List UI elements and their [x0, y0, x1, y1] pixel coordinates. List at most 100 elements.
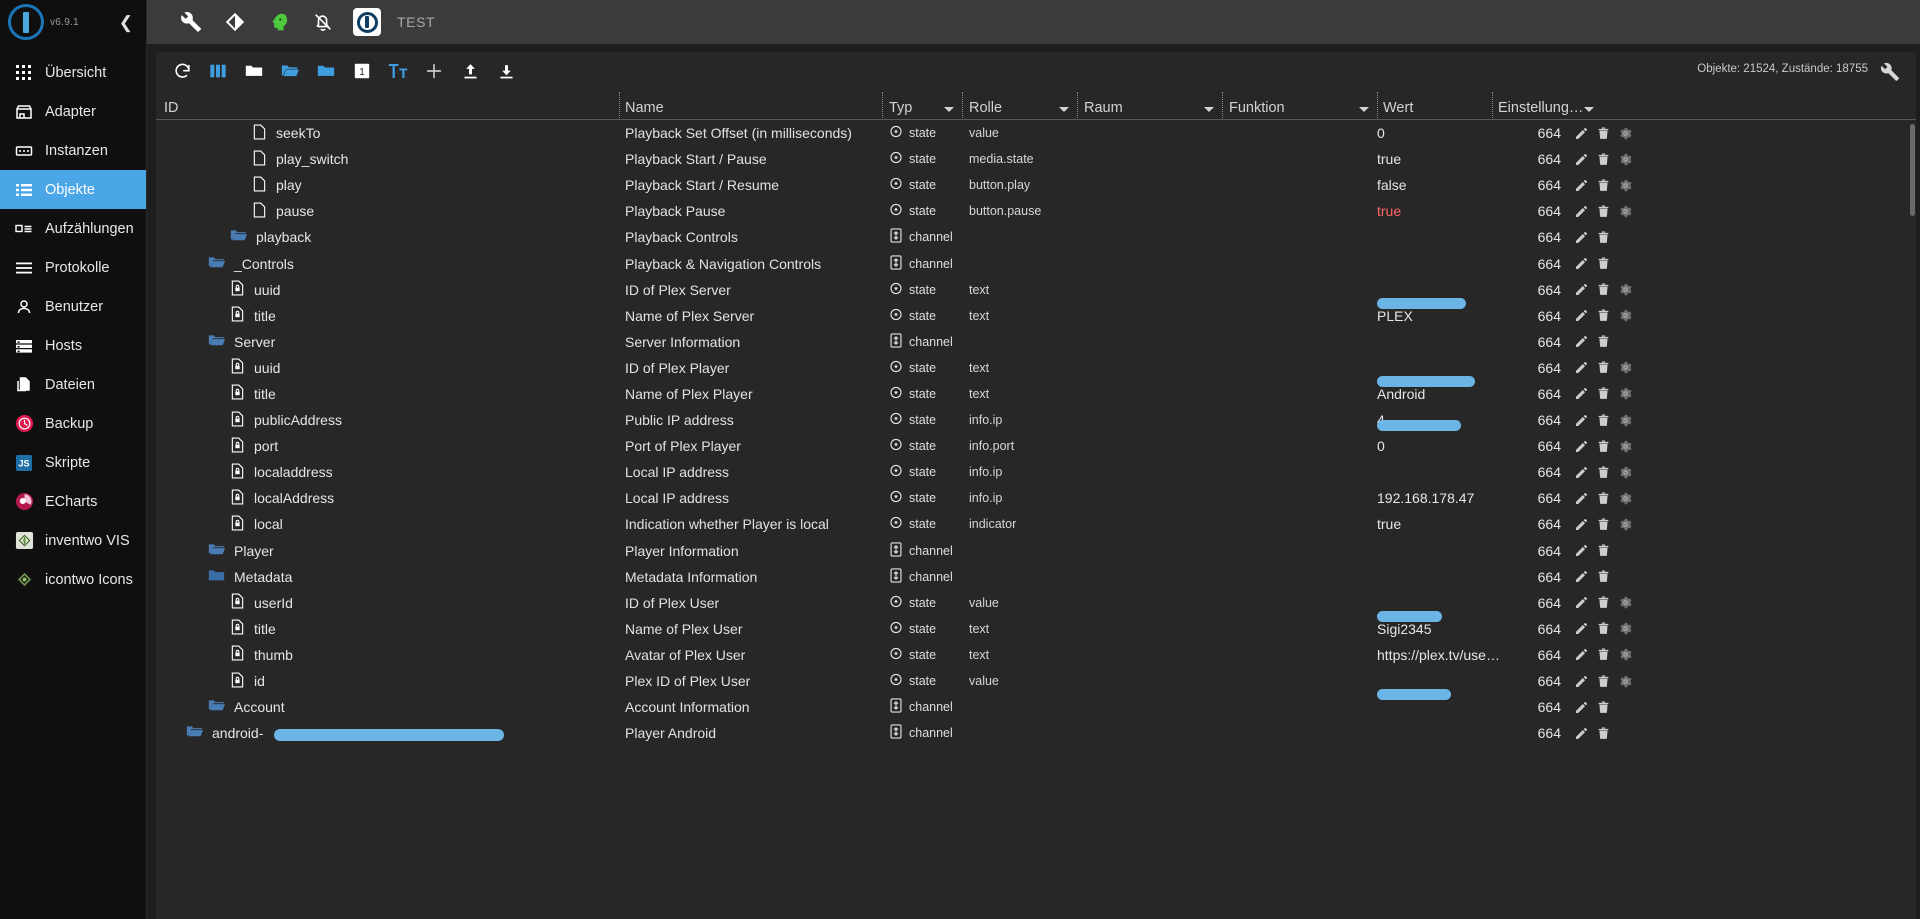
column-header-funktion[interactable]: Funktion [1222, 90, 1377, 119]
edit-pencil-icon[interactable] [1575, 205, 1588, 218]
cell-id[interactable]: id [164, 672, 619, 691]
settings-gear-icon[interactable] [1619, 361, 1632, 374]
settings-gear-icon[interactable] [1619, 179, 1632, 192]
cell-id[interactable]: publicAddress [164, 411, 619, 430]
cell-id[interactable]: thumb [164, 645, 619, 664]
delete-trash-icon[interactable] [1597, 414, 1610, 427]
sidebar-item-objekte[interactable]: Objekte [0, 170, 146, 209]
column-header-name[interactable]: Name [619, 90, 882, 119]
notifications-off-icon[interactable] [301, 0, 345, 44]
settings-gear-icon[interactable] [1619, 648, 1632, 661]
cell-id[interactable]: local [164, 515, 619, 534]
cell-id[interactable]: uuid [164, 358, 619, 377]
settings-gear-icon[interactable] [1619, 518, 1632, 531]
cell-wert[interactable]: 4 [1377, 412, 1529, 432]
column-header-raum[interactable]: Raum [1077, 90, 1222, 119]
settings-gear-icon[interactable] [1619, 440, 1632, 453]
sidebar-item-skripte[interactable]: JS Skripte [0, 443, 146, 482]
cell-id[interactable]: localaddress [164, 463, 619, 482]
column-header-wert[interactable]: Wert [1377, 90, 1492, 119]
edit-pencil-icon[interactable] [1575, 518, 1588, 531]
cell-id[interactable]: seekTo [164, 124, 619, 143]
settings-gear-icon[interactable] [1619, 675, 1632, 688]
cell-wert[interactable]: 0 [1377, 125, 1529, 141]
delete-trash-icon[interactable] [1597, 309, 1610, 322]
cell-id[interactable]: Player [164, 541, 619, 561]
cell-id[interactable]: Account [164, 697, 619, 717]
edit-pencil-icon[interactable] [1575, 309, 1588, 322]
edit-pencil-icon[interactable] [1575, 361, 1588, 374]
table-row[interactable]: Player Player Information channel 664 [156, 538, 1916, 564]
sidebar-item-uebersicht[interactable]: Übersicht [0, 53, 146, 92]
edit-pencil-icon[interactable] [1575, 387, 1588, 400]
sidebar-item-dateien[interactable]: Dateien [0, 365, 146, 404]
table-row[interactable]: _Controls Playback & Navigation Controls c… [156, 250, 1916, 276]
delete-trash-icon[interactable] [1597, 283, 1610, 296]
settings-gear-icon[interactable] [1619, 492, 1632, 505]
delete-trash-icon[interactable] [1597, 596, 1610, 609]
chevron-down-icon[interactable] [1359, 107, 1369, 112]
edit-pencil-icon[interactable] [1575, 701, 1588, 714]
cell-id[interactable]: Metadata [164, 567, 619, 587]
table-row[interactable]: play_switch Playback Start / Pause state me… [156, 146, 1916, 172]
cell-wert[interactable]: true [1377, 151, 1529, 167]
edit-pencil-icon[interactable] [1575, 570, 1588, 583]
chevron-down-icon[interactable] [1204, 107, 1214, 112]
table-row[interactable]: Account Account Information channel 664 [156, 694, 1916, 720]
delete-trash-icon[interactable] [1597, 127, 1610, 140]
edit-pencil-icon[interactable] [1575, 622, 1588, 635]
column-header-rolle[interactable]: Rolle [962, 90, 1077, 119]
export-icon[interactable] [488, 53, 524, 89]
delete-trash-icon[interactable] [1597, 570, 1610, 583]
delete-trash-icon[interactable] [1597, 205, 1610, 218]
edit-pencil-icon[interactable] [1575, 596, 1588, 609]
objects-table-body[interactable]: seekTo Playback Set Offset (in millisecon… [156, 120, 1916, 919]
table-row[interactable]: local Indication whether Player is local s… [156, 511, 1916, 537]
sidebar-item-inventwo-vis[interactable]: inventwo VIS [0, 521, 146, 560]
settings-gear-icon[interactable] [1619, 309, 1632, 322]
cell-id[interactable]: _Controls [164, 254, 619, 274]
settings-gear-icon[interactable] [1619, 387, 1632, 400]
sidebar-item-backup[interactable]: Backup [0, 404, 146, 443]
delete-trash-icon[interactable] [1597, 257, 1610, 270]
table-row[interactable]: playback Playback Controls channel 664 [156, 224, 1916, 250]
sidebar-item-protokolle[interactable]: Protokolle [0, 248, 146, 287]
refresh-icon[interactable] [164, 53, 200, 89]
vertical-scrollbar[interactable] [1909, 120, 1916, 919]
edit-pencil-icon[interactable] [1575, 127, 1588, 140]
delete-trash-icon[interactable] [1597, 675, 1610, 688]
cell-id[interactable]: android- [164, 723, 619, 743]
delete-trash-icon[interactable] [1597, 622, 1610, 635]
settings-gear-icon[interactable] [1619, 153, 1632, 166]
table-row[interactable]: android- Player Android channel 664 [156, 720, 1916, 746]
table-row[interactable]: seekTo Playback Set Offset (in millisecon… [156, 120, 1916, 146]
delete-trash-icon[interactable] [1597, 361, 1610, 374]
table-row[interactable]: userId ID of Plex User state value 664 [156, 590, 1916, 622]
delete-trash-icon[interactable] [1597, 518, 1610, 531]
delete-trash-icon[interactable] [1597, 727, 1610, 740]
sidebar-item-hosts[interactable]: Hosts [0, 326, 146, 365]
chevron-down-icon[interactable] [1059, 107, 1069, 112]
add-object-icon[interactable] [416, 53, 452, 89]
sidebar-item-adapter[interactable]: Adapter [0, 92, 146, 131]
scrollbar-thumb[interactable] [1910, 124, 1915, 216]
sidebar-item-icontwo-icons[interactable]: icontwo Icons [0, 560, 146, 599]
cell-id[interactable]: port [164, 437, 619, 456]
sidebar-item-aufzaehlungen[interactable]: Aufzählungen [0, 209, 146, 248]
expert-mode-head-icon[interactable] [257, 0, 301, 44]
table-row[interactable]: localAddress Local IP address state info.ip… [156, 485, 1916, 511]
table-row[interactable]: play Playback Start / Resume state button.p… [156, 172, 1916, 198]
edit-pencil-icon[interactable] [1575, 153, 1588, 166]
delete-trash-icon[interactable] [1597, 231, 1610, 244]
edit-pencil-icon[interactable] [1575, 675, 1588, 688]
chevron-down-icon[interactable] [1584, 107, 1594, 112]
cell-id[interactable]: localAddress [164, 489, 619, 508]
settings-gear-icon[interactable] [1619, 283, 1632, 296]
delete-trash-icon[interactable] [1597, 544, 1610, 557]
cell-wert[interactable]: https://plex.tv/use… [1377, 647, 1529, 663]
delete-trash-icon[interactable] [1597, 466, 1610, 479]
cell-id[interactable]: userId [164, 593, 619, 612]
edit-pencil-icon[interactable] [1575, 414, 1588, 427]
cell-wert[interactable]: PLEX [1377, 308, 1529, 324]
table-row[interactable]: uuid ID of Plex Server state text 664 [156, 277, 1916, 309]
